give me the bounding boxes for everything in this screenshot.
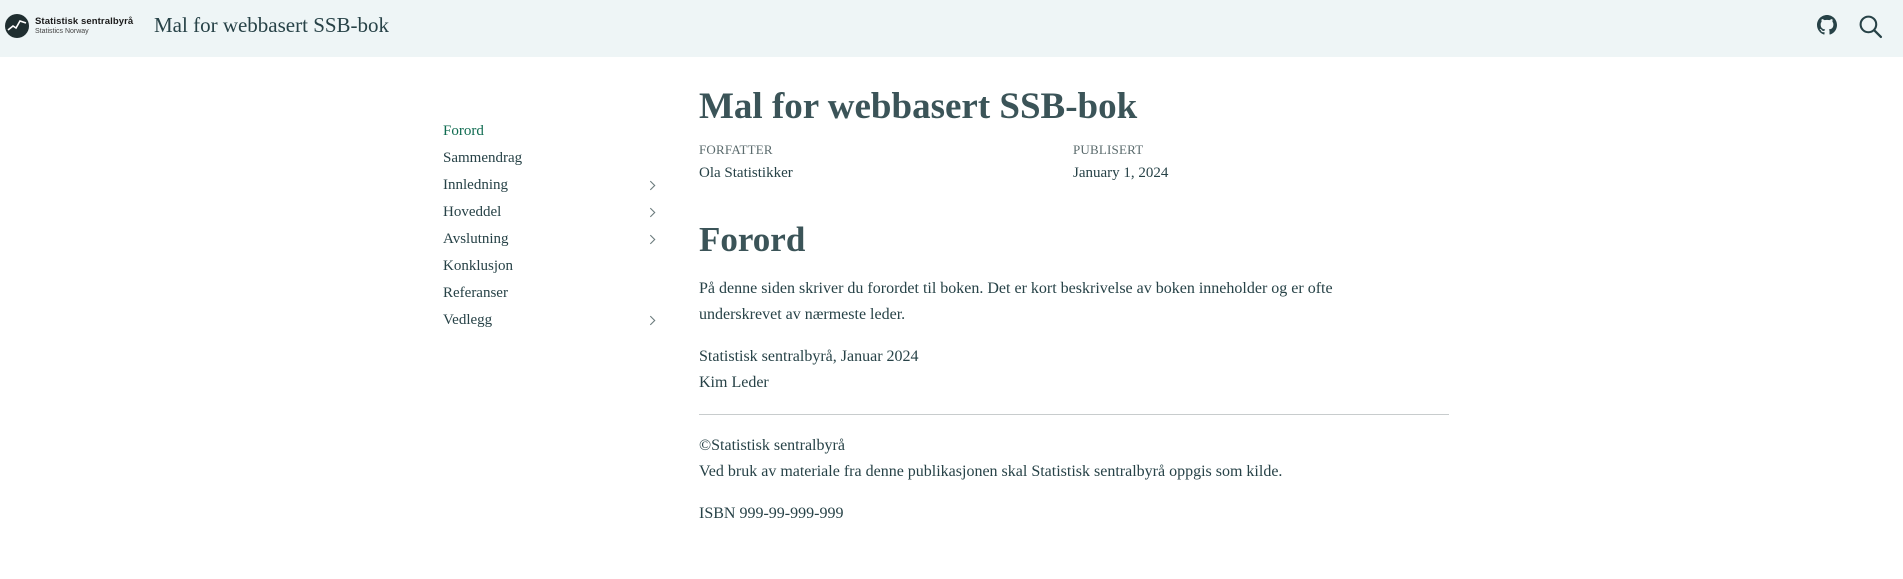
- sidebar-item-label: Forord: [443, 123, 484, 139]
- chevron-right-icon[interactable]: [647, 207, 658, 218]
- sidebar-item-sammendrag[interactable]: Sammendrag: [443, 145, 658, 172]
- ssb-logo[interactable]: Statistisk sentralbyrå Statistics Norway: [5, 14, 133, 38]
- document-meta: FORFATTER Ola Statistikker PUBLISERT Jan…: [699, 142, 1449, 190]
- github-icon[interactable]: [1817, 15, 1837, 35]
- sidebar-item-vedlegg[interactable]: Vedlegg: [443, 307, 658, 334]
- sidebar-item-label: Innledning: [443, 177, 508, 193]
- published-label: PUBLISERT: [1073, 142, 1144, 157]
- sidebar-item-label: Avslutning: [443, 231, 509, 247]
- sidebar-item-forord[interactable]: Forord: [443, 118, 658, 145]
- ssb-logo-mark-icon: [5, 14, 29, 38]
- author-block: FORFATTER Ola Statistikker: [699, 142, 793, 182]
- copyright-text: ©Statistisk sentralbyrå: [699, 437, 845, 454]
- author-name: Ola Statistikker: [699, 165, 793, 181]
- logo-name: Statistisk sentralbyrå: [35, 15, 134, 27]
- sidebar-item-label: Referanser: [443, 285, 508, 301]
- sidebar-item-label: Vedlegg: [443, 312, 493, 328]
- sidebar-item-referanser[interactable]: Referanser: [443, 280, 658, 307]
- isbn: ISBN 999-99-999-999: [699, 505, 844, 522]
- sidebar-item-konklusjon[interactable]: Konklusjon: [443, 253, 658, 280]
- signature-place-date: Statistisk sentralbyrå, Januar 2024: [699, 348, 919, 365]
- sidebar-item-label: Sammendrag: [443, 150, 523, 166]
- chevron-right-icon[interactable]: [647, 315, 658, 326]
- site-title[interactable]: Mal for webbasert SSB-bok: [154, 13, 389, 38]
- intro-paragraph: På denne siden skriver du forordet til b…: [699, 280, 1333, 323]
- copyright-block: ©Statistisk sentralbyrå Ved bruk av mate…: [699, 433, 1449, 485]
- sidebar-toc: Forord Sammendrag Innledning Hoveddel Av…: [443, 118, 658, 334]
- top-navbar: Statistisk sentralbyrå Statistics Norway…: [0, 0, 1903, 57]
- sidebar-item-label: Hoveddel: [443, 204, 502, 220]
- signature-name: Kim Leder: [699, 374, 769, 391]
- sidebar-item-innledning[interactable]: Innledning: [443, 172, 658, 199]
- logo-subname: Statistics Norway: [35, 28, 89, 36]
- divider: [699, 414, 1449, 415]
- published-block: PUBLISERT January 1, 2024: [1073, 142, 1168, 182]
- signature-block: Statistisk sentralbyrå, Januar 2024 Kim …: [699, 344, 1449, 396]
- section-title: Forord: [699, 220, 806, 259]
- search-icon[interactable]: [1858, 14, 1883, 39]
- sidebar-item-label: Konklusjon: [443, 258, 514, 274]
- sidebar-item-avslutning[interactable]: Avslutning: [443, 226, 658, 253]
- sidebar-item-hoveddel[interactable]: Hoveddel: [443, 199, 658, 226]
- chevron-right-icon[interactable]: [647, 234, 658, 245]
- author-label: FORFATTER: [699, 142, 773, 157]
- main-content: Mal for webbasert SSB-bok FORFATTER Ola …: [699, 84, 1449, 527]
- chevron-right-icon[interactable]: [647, 180, 658, 191]
- page-title: Mal for webbasert SSB-bok: [699, 86, 1138, 127]
- published-date: January 1, 2024: [1073, 165, 1169, 181]
- usage-notice: Ved bruk av materiale fra denne publikas…: [699, 463, 1283, 480]
